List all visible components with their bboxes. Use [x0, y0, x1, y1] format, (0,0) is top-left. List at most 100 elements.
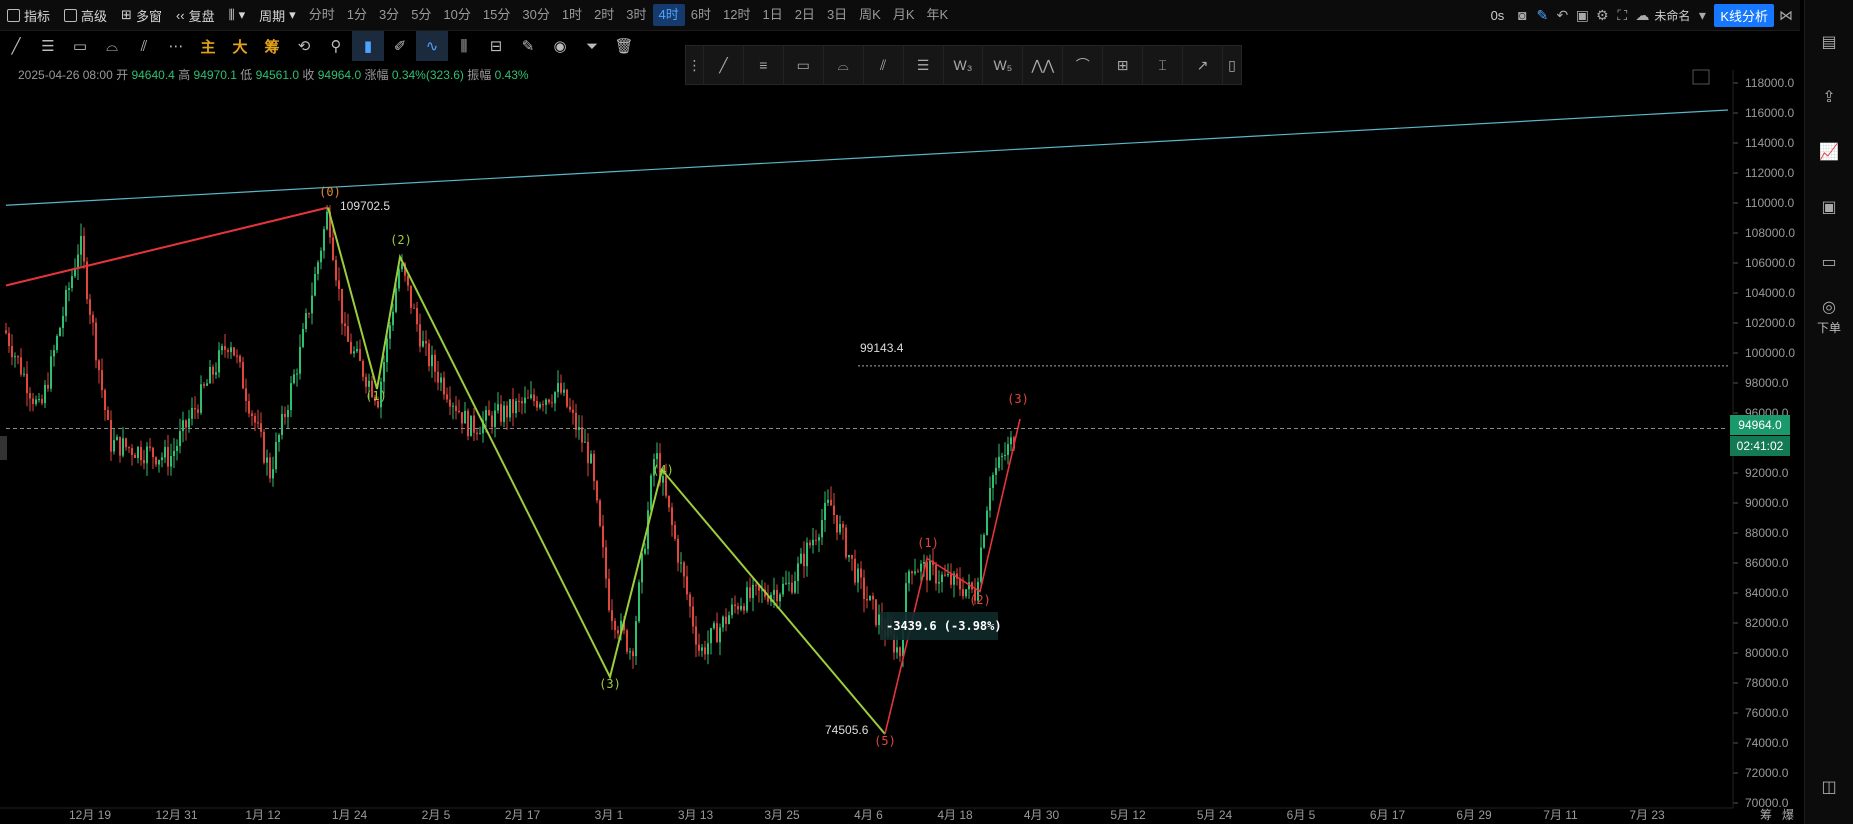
grid-icon: ⊞ [121, 7, 132, 22]
candle-body [407, 275, 409, 286]
chip-label[interactable]: 筹 [1760, 806, 1772, 823]
chip-button[interactable]: 筹 [256, 31, 288, 61]
parallel-tool-icon[interactable]: ≡ [744, 46, 784, 84]
candle-body [143, 460, 145, 464]
trend-icon[interactable]: 📈 [1805, 124, 1853, 179]
line-tool-icon[interactable]: ╱ [0, 31, 32, 61]
camera-icon[interactable]: ◙ [1514, 7, 1530, 23]
period-14[interactable]: 2日 [789, 4, 821, 26]
pattern-tool-icon[interactable]: ⌓ [96, 31, 128, 61]
period-3[interactable]: 5分 [405, 4, 437, 26]
period-10[interactable]: 4时 [652, 4, 685, 26]
large-order-button[interactable]: 大 [224, 31, 256, 61]
period-9[interactable]: 3时 [620, 4, 652, 26]
candle-body [158, 459, 160, 465]
candle-body [434, 354, 436, 372]
segment-tool-icon[interactable]: ╱ [704, 46, 744, 84]
candle-body [914, 571, 916, 574]
export-icon[interactable]: ⇪ [1805, 69, 1853, 124]
period-7[interactable]: 1时 [556, 4, 588, 26]
hline-tool-icon[interactable]: ☰ [32, 31, 64, 61]
period-16[interactable]: 周K [853, 4, 887, 26]
bookmark-icon[interactable]: ▮ [352, 31, 384, 61]
indicators-button[interactable]: 指标 [0, 0, 57, 30]
period-0[interactable]: 分时 [303, 4, 341, 26]
rectangle-tool-icon[interactable]: ▭ [784, 46, 824, 84]
period-12[interactable]: 12时 [717, 4, 756, 26]
left-collapse-handle[interactable] [0, 436, 7, 460]
channel-tool-icon[interactable]: ⫽ [128, 31, 160, 61]
period-5[interactable]: 15分 [477, 4, 516, 26]
main-chart-button[interactable]: 主 [192, 31, 224, 61]
panel-layout-icon[interactable]: ◫ [1805, 759, 1853, 814]
x-tick-label: 5月 24 [1197, 808, 1233, 822]
fib-tool-icon[interactable]: ☰ [904, 46, 944, 84]
trash-icon[interactable]: 🗑 [608, 31, 640, 61]
period-18[interactable]: 年K [921, 4, 955, 26]
period-15[interactable]: 3日 [821, 4, 853, 26]
fullscreen-icon[interactable]: ⛶ [1614, 7, 1630, 23]
text-tool-icon[interactable]: ⌶ [1143, 46, 1184, 84]
y-tick-label: 110000.0 [1745, 196, 1794, 210]
candle-body [602, 525, 604, 548]
period-17[interactable]: 月K [887, 4, 921, 26]
candle-body [50, 356, 52, 389]
period-1[interactable]: 1分 [341, 4, 373, 26]
more-tools-icon[interactable]: ⋯ [160, 31, 192, 61]
period-6[interactable]: 30分 [516, 4, 555, 26]
undo-icon[interactable]: ↶ [1554, 7, 1570, 23]
monitor-icon[interactable]: ▣ [1805, 179, 1853, 234]
candle-body [719, 627, 721, 643]
candle-body [233, 347, 235, 356]
drag-handle-icon[interactable]: ⋮ [686, 46, 704, 84]
pattern-tool-icon[interactable]: ⌒ [1063, 46, 1104, 84]
period-dropdown[interactable]: 周期 ▾ [252, 0, 303, 30]
period-13[interactable]: 1日 [756, 4, 788, 26]
candle-body [218, 350, 220, 373]
rect-tool-icon[interactable]: ▭ [64, 31, 96, 61]
lock-icon[interactable]: ⊟ [480, 31, 512, 61]
replay-button[interactable]: ‹‹ 复盘 [169, 0, 222, 30]
eye-icon[interactable]: ◉ [544, 31, 576, 61]
measure-tool-icon[interactable]: ⊞ [1103, 46, 1144, 84]
price-chart[interactable]: 118000.0 116000.0 114000.0 112000.0 110000.0… [0, 0, 1805, 824]
brush-icon[interactable]: ⚲ [320, 31, 352, 61]
pen-icon[interactable]: ✎ [1534, 7, 1550, 23]
chart-type-dropdown[interactable]: ⫼ ▾ [222, 0, 253, 30]
arrow-tool-icon[interactable]: ↗ [1183, 46, 1223, 84]
candle-body [686, 576, 688, 595]
note-icon[interactable]: ✎ [512, 31, 544, 61]
abc-tool-icon[interactable]: ⋀⋀ [1023, 46, 1064, 84]
price-range-tool-icon[interactable]: ⌓ [824, 46, 864, 84]
period-2[interactable]: 3分 [373, 4, 405, 26]
wave5-tool-icon[interactable]: W₅ [983, 46, 1024, 84]
share-icon[interactable]: ⋈ [1778, 7, 1794, 23]
drag-handle-icon[interactable]: ▯ [1223, 46, 1241, 84]
candle-body [137, 447, 139, 458]
ruler-icon[interactable]: ✐ [384, 31, 416, 61]
candle-body [917, 571, 919, 573]
channel-tool-icon[interactable]: ⫽ [864, 46, 904, 84]
advanced-button[interactable]: 高级 [57, 0, 114, 30]
kline-analysis-button[interactable]: K线分析 [1714, 3, 1774, 27]
multi-window-button[interactable]: ⊞ 多窗 [114, 0, 169, 30]
etf-icon[interactable]: ▭ [1805, 234, 1853, 289]
filter-icon[interactable]: ⏷ [576, 31, 608, 61]
gear-icon[interactable]: ⚙ [1594, 7, 1610, 23]
period-4[interactable]: 10分 [437, 4, 476, 26]
candle-body [461, 412, 463, 424]
layout-name[interactable]: 未命名 [1654, 7, 1690, 24]
period-11[interactable]: 6时 [685, 4, 717, 26]
chevron-down-icon[interactable]: ▾ [1694, 7, 1710, 23]
sync-icon[interactable]: ⟲ [288, 31, 320, 61]
document-icon[interactable]: ▤ [1805, 14, 1853, 69]
x-tick-label: 4月 30 [1024, 808, 1060, 822]
magnet-icon[interactable]: ∿ [416, 31, 448, 61]
burst-label[interactable]: 爆 [1782, 806, 1794, 823]
compare-icon[interactable]: ⫼ [448, 31, 480, 61]
wave3-tool-icon[interactable]: W₃ [944, 46, 984, 84]
candle-body [110, 419, 112, 452]
order-button[interactable]: ◎ 下单 [1805, 289, 1853, 344]
period-8[interactable]: 2时 [588, 4, 620, 26]
layout-icon[interactable]: ▣ [1574, 7, 1590, 23]
